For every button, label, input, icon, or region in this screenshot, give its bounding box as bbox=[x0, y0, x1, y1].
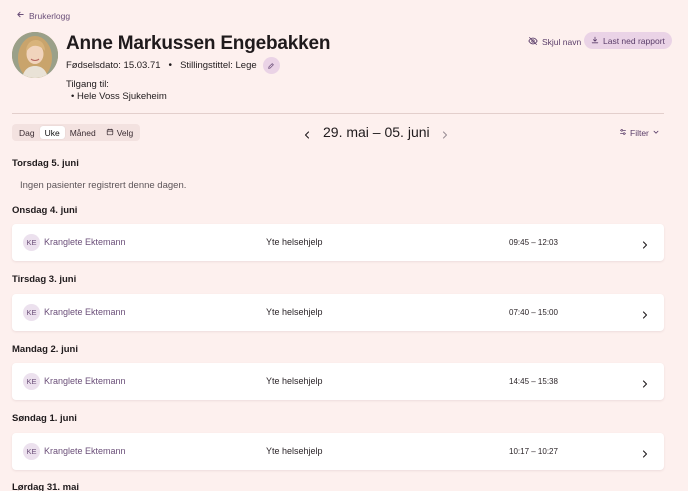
log-entry-card[interactable]: KE Kranglete Ektemann Yte helsehjelp 14:… bbox=[12, 363, 664, 400]
period-option-month[interactable]: Måned bbox=[65, 126, 101, 139]
time-range: 09:45 – 12:03 bbox=[509, 238, 558, 247]
period-option-label: Velg bbox=[116, 127, 134, 138]
period-option-label: Måned bbox=[69, 127, 96, 138]
chevron-left-icon bbox=[304, 131, 310, 139]
birth-date: Fødselsdato: 15.03.71 bbox=[66, 60, 161, 71]
period-option-custom[interactable]: Velg bbox=[101, 126, 139, 139]
hide-name-label: Skjul navn bbox=[542, 37, 582, 47]
meta-separator: • bbox=[168, 60, 173, 71]
day-title: Tirsdag 3. juni bbox=[12, 274, 77, 285]
download-report-label: Last ned rapport bbox=[603, 35, 665, 46]
job-title: Stillingstittel: Lege bbox=[180, 60, 257, 71]
chevron-right-icon bbox=[640, 376, 650, 388]
day-title: Lørdag 31. mai bbox=[12, 482, 80, 491]
day-title: Onsdag 4. juni bbox=[12, 205, 78, 216]
download-report-button[interactable]: Last ned rapport bbox=[584, 32, 672, 49]
empty-day-message: Ingen pasienter registrert denne dagen. bbox=[20, 180, 187, 191]
access-item: • Hele Voss Sjukeheim bbox=[71, 91, 167, 102]
patient-initials: KE bbox=[23, 234, 40, 251]
period-option-label: Uke bbox=[44, 127, 60, 138]
task-label: Yte helsehjelp bbox=[266, 446, 323, 456]
chevron-down-icon bbox=[652, 128, 660, 138]
pencil-icon bbox=[268, 62, 274, 69]
period-selector: Dag Uke Måned Velg bbox=[12, 124, 141, 141]
time-range: 14:45 – 15:38 bbox=[509, 377, 558, 386]
chevron-right-icon bbox=[640, 446, 650, 458]
task-label: Yte helsehjelp bbox=[266, 307, 323, 317]
chevron-right-icon bbox=[640, 307, 650, 319]
day-title: Torsdag 5. juni bbox=[12, 158, 79, 169]
patient-name: Kranglete Ektemann bbox=[44, 307, 126, 317]
divider bbox=[12, 113, 664, 114]
patient-initials: KE bbox=[23, 443, 40, 460]
period-option-label: Dag bbox=[19, 127, 35, 138]
chevron-right-icon bbox=[640, 237, 650, 249]
period-option-day[interactable]: Dag bbox=[14, 126, 40, 139]
previous-period-button[interactable] bbox=[302, 127, 312, 139]
arrow-left-icon bbox=[16, 10, 25, 21]
time-range: 07:40 – 15:00 bbox=[509, 308, 558, 317]
sliders-icon bbox=[619, 128, 627, 138]
edit-button[interactable] bbox=[262, 57, 280, 74]
filter-label: Filter bbox=[630, 128, 649, 138]
date-range: 29. mai – 05. juni bbox=[323, 124, 430, 140]
download-icon bbox=[591, 36, 599, 46]
log-entry-card[interactable]: KE Kranglete Ektemann Yte helsehjelp 10:… bbox=[12, 433, 664, 470]
log-entry-card[interactable]: KE Kranglete Ektemann Yte helsehjelp 07:… bbox=[12, 294, 664, 331]
page-title: Anne Markussen Engebakken bbox=[66, 33, 331, 54]
patient-name: Kranglete Ektemann bbox=[44, 376, 126, 386]
log-entry-card[interactable]: KE Kranglete Ektemann Yte helsehjelp 09:… bbox=[12, 224, 664, 261]
period-option-week[interactable]: Uke bbox=[39, 126, 65, 139]
day-title: Mandag 2. juni bbox=[12, 344, 78, 355]
patient-initials: KE bbox=[23, 304, 40, 321]
access-label: Tilgang til: bbox=[66, 79, 109, 90]
back-link[interactable]: Brukerlogg bbox=[16, 10, 70, 21]
profile-meta: Fødselsdato: 15.03.71 • Stillingstittel:… bbox=[66, 57, 280, 74]
back-link-label: Brukerlogg bbox=[29, 10, 71, 21]
eye-off-icon bbox=[528, 36, 538, 48]
chevron-right-icon bbox=[442, 131, 448, 139]
patient-name: Kranglete Ektemann bbox=[44, 446, 126, 456]
avatar bbox=[12, 32, 58, 78]
patient-initials: KE bbox=[23, 373, 40, 390]
filter-button[interactable]: Filter bbox=[619, 128, 660, 138]
task-label: Yte helsehjelp bbox=[266, 376, 323, 386]
calendar-icon bbox=[106, 128, 114, 138]
task-label: Yte helsehjelp bbox=[266, 237, 323, 247]
hide-name-button[interactable]: Skjul navn bbox=[524, 34, 585, 50]
day-title: Søndag 1. juni bbox=[12, 413, 77, 424]
time-range: 10:17 – 10:27 bbox=[509, 447, 558, 456]
next-period-button[interactable] bbox=[440, 127, 450, 139]
patient-name: Kranglete Ektemann bbox=[44, 237, 126, 247]
